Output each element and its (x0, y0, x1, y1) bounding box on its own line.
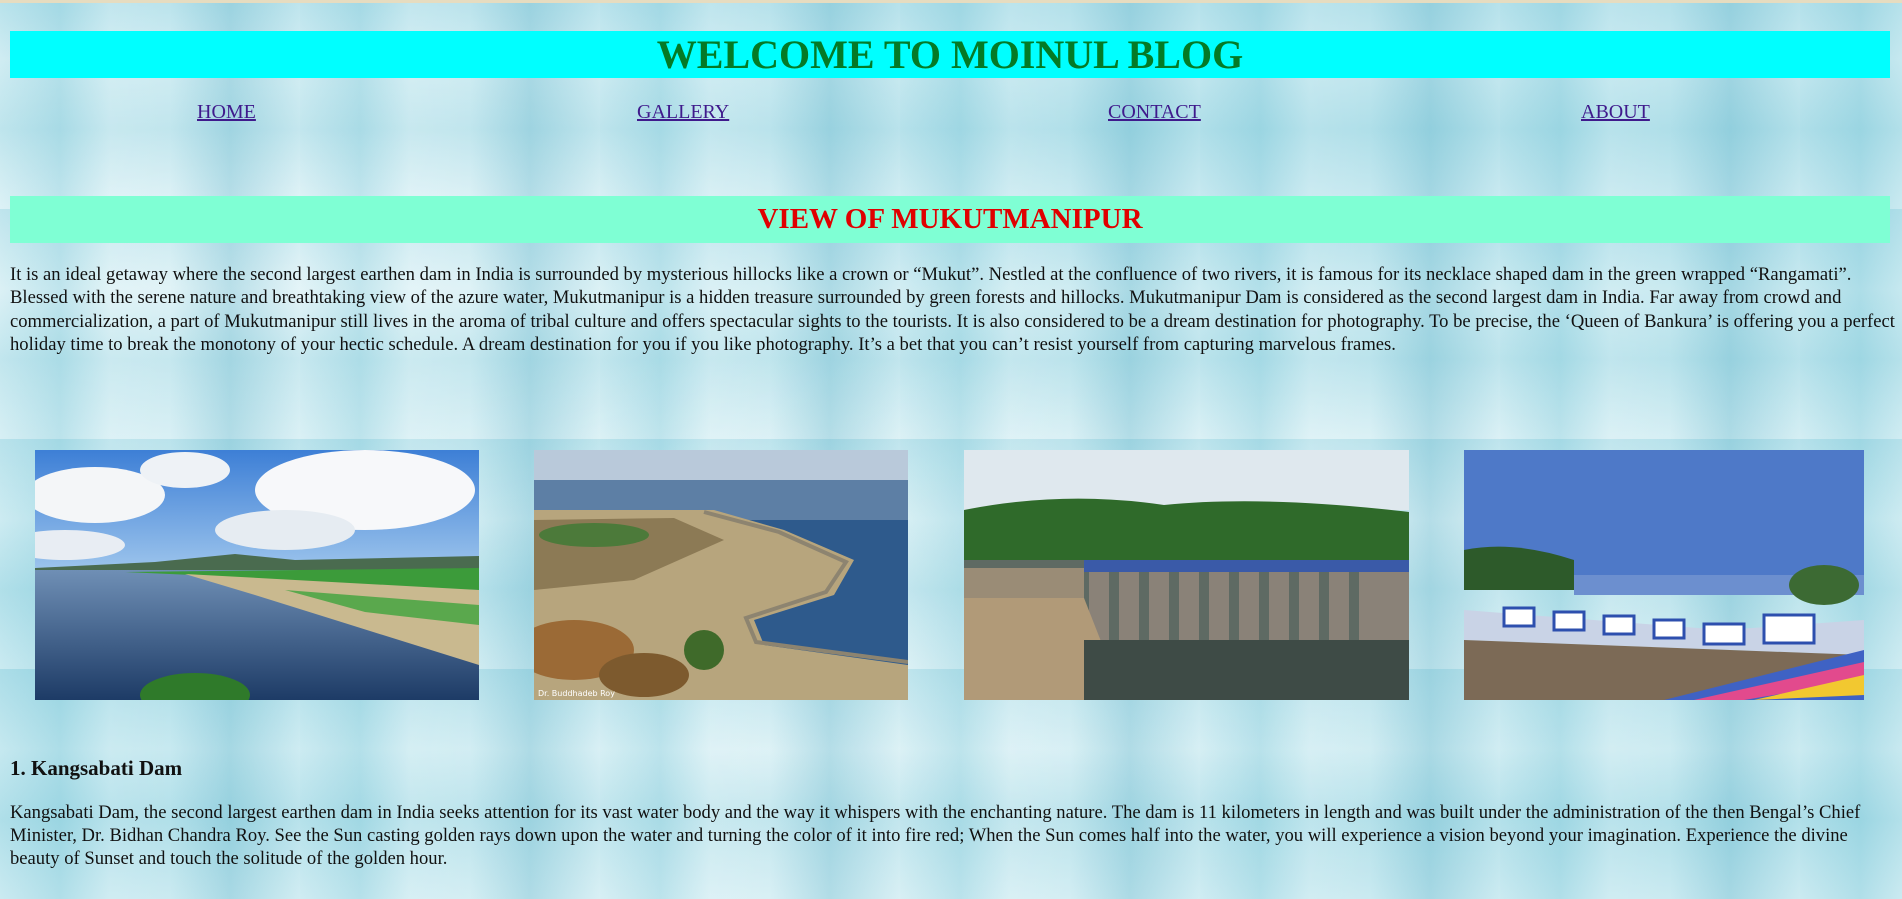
photo-credit: Dr. Buddhadeb Roy (538, 689, 615, 698)
main-nav: HOME GALLERY CONTACT ABOUT (10, 78, 1890, 158)
article-heading: 1. Kangsabati Dam (10, 755, 183, 780)
nav-link-home[interactable]: HOME (197, 101, 256, 124)
top-border (0, 0, 1902, 3)
embankment-image: Dr. Buddhadeb Roy (534, 449, 908, 700)
site-title: WELCOME TO MOINUL BLOG (10, 31, 1890, 78)
bridge-image (1464, 449, 1864, 700)
nav-link-about[interactable]: ABOUT (1581, 101, 1650, 124)
nav-link-gallery[interactable]: GALLERY (637, 101, 729, 124)
photo-embankment: Dr. Buddhadeb Roy (534, 449, 908, 700)
photo-gallery: Dr. Buddhadeb Roy (10, 449, 1890, 700)
sluice-gates-image (964, 449, 1409, 700)
nav-link-contact[interactable]: CONTACT (1108, 101, 1201, 124)
page-container: WELCOME TO MOINUL BLOG HOME GALLERY CONT… (10, 31, 1895, 871)
photo-sluice-gates (964, 449, 1409, 700)
lake-image (35, 449, 479, 700)
photo-bridge (1464, 449, 1864, 700)
section-title: VIEW OF MUKUTMANIPUR (10, 196, 1890, 243)
article-paragraph: Kangsabati Dam, the second largest earth… (10, 801, 1861, 870)
photo-lake (35, 449, 479, 700)
intro-paragraph: It is an ideal getaway where the second … (10, 264, 1895, 356)
